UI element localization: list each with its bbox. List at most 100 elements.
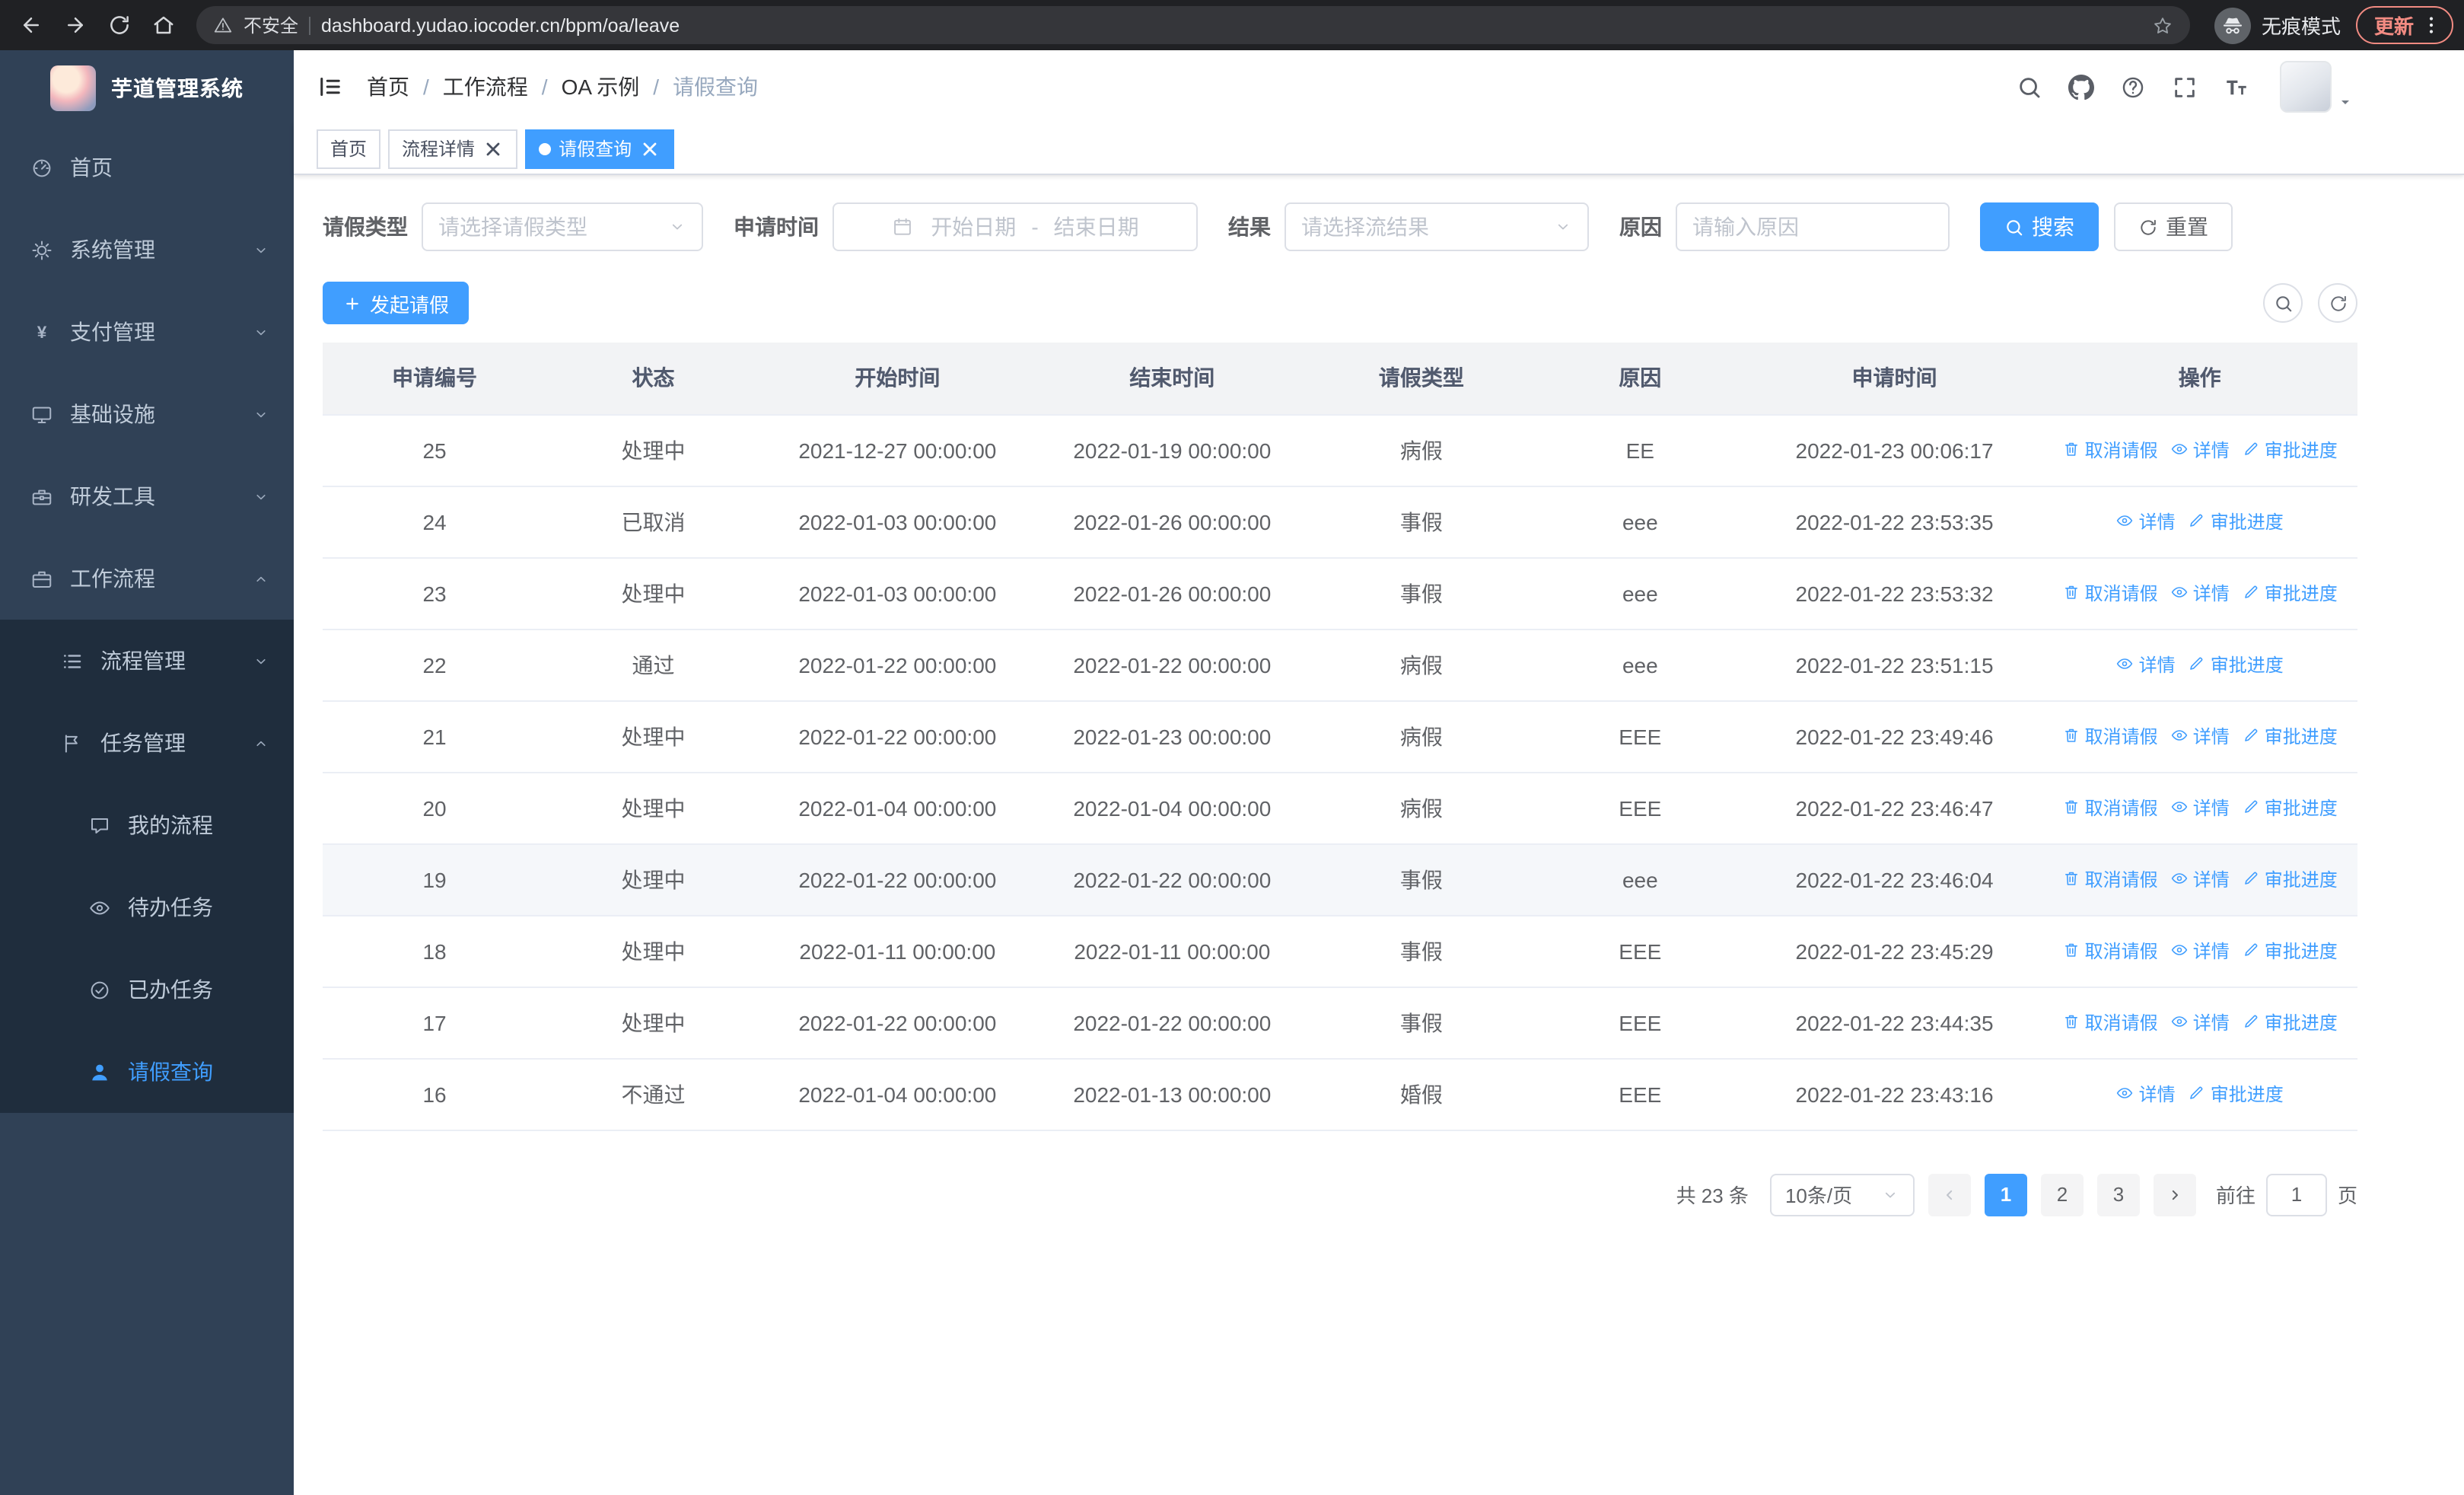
help-icon[interactable] <box>2120 74 2146 100</box>
sidebar-item-workflow[interactable]: 工作流程 <box>0 537 294 620</box>
sidebar-toggle-icon[interactable] <box>317 73 344 100</box>
cancel-leave-link[interactable]: 取消请假 <box>2062 795 2158 821</box>
progress-link[interactable]: 审批进度 <box>2242 1009 2338 1035</box>
breadcrumb-item[interactable]: OA 示例 <box>562 72 640 102</box>
detail-link[interactable]: 详情 <box>2170 1009 2230 1035</box>
progress-link[interactable]: 审批进度 <box>2188 508 2284 534</box>
eye-icon <box>2170 441 2189 459</box>
browser-home-button[interactable] <box>143 5 184 46</box>
tab-leave-query[interactable]: 请假查询 <box>525 129 675 168</box>
tab-process-detail[interactable]: 流程详情 <box>388 129 518 168</box>
progress-link[interactable]: 审批进度 <box>2242 938 2338 964</box>
cancel-leave-link[interactable]: 取消请假 <box>2062 866 2158 892</box>
cell-apply-time: 2022-01-22 23:46:47 <box>1746 772 2042 844</box>
cell-id: 20 <box>323 772 547 844</box>
next-page-button[interactable] <box>2153 1173 2196 1216</box>
address-bar[interactable]: 不安全 dashboard.yudao.iocoder.cn/bpm/oa/le… <box>196 6 2190 44</box>
sidebar-item-task-mgmt[interactable]: 任务管理 <box>0 702 294 784</box>
sidebar-item-home[interactable]: 首页 <box>0 126 294 209</box>
cell-actions: 取消请假 详情 审批进度 <box>2042 772 2357 844</box>
eye-icon <box>2116 1085 2135 1103</box>
progress-link[interactable]: 审批进度 <box>2242 437 2338 463</box>
cancel-leave-link[interactable]: 取消请假 <box>2062 580 2158 606</box>
chat-icon <box>88 814 111 837</box>
browser-reload-button[interactable] <box>99 5 140 46</box>
column-header: 开始时间 <box>759 343 1035 415</box>
edit-icon <box>2242 799 2260 817</box>
cancel-leave-link[interactable]: 取消请假 <box>2062 723 2158 749</box>
detail-link[interactable]: 详情 <box>2116 652 2176 677</box>
cell-end-time: 2022-01-04 00:00:00 <box>1034 772 1310 844</box>
detail-link[interactable]: 详情 <box>2170 938 2230 964</box>
detail-link[interactable]: 详情 <box>2170 437 2230 463</box>
progress-link[interactable]: 审批进度 <box>2188 1081 2284 1107</box>
browser-forward-button[interactable] <box>55 5 96 46</box>
progress-link[interactable]: 审批进度 <box>2242 723 2338 749</box>
prev-page-button[interactable] <box>1928 1173 1971 1216</box>
tab-home[interactable]: 首页 <box>317 129 381 168</box>
page-button-2[interactable]: 2 <box>2040 1173 2084 1216</box>
leave-type-select[interactable]: 请选择请假类型 <box>422 202 703 251</box>
cell-end-time: 2022-01-26 00:00:00 <box>1034 557 1310 630</box>
page-button-3[interactable]: 3 <box>2096 1173 2140 1216</box>
progress-link[interactable]: 审批进度 <box>2188 652 2284 677</box>
refresh-table-button[interactable] <box>2318 283 2357 323</box>
incognito-icon <box>2220 13 2245 37</box>
browser-menu-icon[interactable] <box>2420 14 2443 37</box>
app-logo[interactable]: 芋道管理系统 <box>0 50 294 126</box>
sidebar-item-label: 研发工具 <box>70 484 155 508</box>
sidebar-item-infrastructure[interactable]: 基础设施 <box>0 373 294 455</box>
search-button[interactable]: 搜索 <box>1980 202 2099 251</box>
progress-link[interactable]: 审批进度 <box>2242 795 2338 821</box>
reason-input[interactable] <box>1676 202 1950 251</box>
sidebar-item-payment[interactable]: ¥ 支付管理 <box>0 291 294 373</box>
goto-page-input[interactable] <box>2265 1173 2327 1216</box>
cell-apply-time: 2022-01-23 00:06:17 <box>1746 414 2042 486</box>
detail-link[interactable]: 详情 <box>2170 795 2230 821</box>
sidebar-item-my-process[interactable]: 我的流程 <box>0 784 294 866</box>
reset-label: 重置 <box>2166 215 2208 239</box>
fullscreen-icon[interactable] <box>2172 74 2198 100</box>
action-label: 审批进度 <box>2210 1083 2284 1105</box>
cancel-leave-link[interactable]: 取消请假 <box>2062 437 2158 463</box>
edit-icon <box>2242 584 2260 602</box>
reset-button[interactable]: 重置 <box>2114 202 2233 251</box>
sidebar-item-process-mgmt[interactable]: 流程管理 <box>0 620 294 702</box>
security-label: 不安全 <box>244 15 299 37</box>
cancel-leave-link[interactable]: 取消请假 <box>2062 938 2158 964</box>
search-icon[interactable] <box>2017 74 2042 100</box>
cancel-leave-link[interactable]: 取消请假 <box>2062 1009 2158 1035</box>
bookmark-star-icon[interactable] <box>2152 14 2173 36</box>
cell-start-time: 2022-01-22 00:00:00 <box>759 700 1035 773</box>
sidebar-item-devtools[interactable]: 研发工具 <box>0 455 294 537</box>
table-row: 21 处理中 2022-01-22 00:00:00 2022-01-23 00:00… <box>323 700 2357 773</box>
detail-link[interactable]: 详情 <box>2170 866 2230 892</box>
github-icon[interactable] <box>2068 74 2094 100</box>
progress-link[interactable]: 审批进度 <box>2242 580 2338 606</box>
user-menu[interactable] <box>2280 61 2354 113</box>
sidebar-item-done-tasks[interactable]: 已办任务 <box>0 948 294 1031</box>
progress-link[interactable]: 审批进度 <box>2242 866 2338 892</box>
font-size-icon[interactable] <box>2224 74 2249 100</box>
pagination-total: 共 23 条 <box>1676 1184 1749 1207</box>
hide-search-button[interactable] <box>2263 283 2303 323</box>
detail-link[interactable]: 详情 <box>2116 1081 2176 1107</box>
chevron-left-icon <box>1940 1185 1959 1203</box>
breadcrumb-item[interactable]: 首页 <box>367 72 409 102</box>
sidebar-item-leave-query[interactable]: 请假查询 <box>0 1031 294 1113</box>
detail-link[interactable]: 详情 <box>2170 723 2230 749</box>
browser-update-button[interactable]: 更新 <box>2355 6 2453 44</box>
detail-link[interactable]: 详情 <box>2116 508 2176 534</box>
detail-link[interactable]: 详情 <box>2170 580 2230 606</box>
browser-back-button[interactable] <box>11 5 52 46</box>
breadcrumb-item[interactable]: 工作流程 <box>443 72 528 102</box>
create-leave-button[interactable]: 发起请假 <box>323 282 470 324</box>
sidebar-item-system[interactable]: 系统管理 <box>0 209 294 291</box>
sidebar-item-todo-tasks[interactable]: 待办任务 <box>0 866 294 948</box>
cell-start-time: 2022-01-03 00:00:00 <box>759 557 1035 630</box>
page-button-1[interactable]: 1 <box>1984 1173 2027 1216</box>
cell-start-time: 2022-01-22 00:00:00 <box>759 987 1035 1059</box>
page-size-select[interactable]: 10条/页 <box>1769 1173 1915 1216</box>
result-select[interactable]: 请选择流结果 <box>1285 202 1589 251</box>
apply-time-range-picker[interactable]: 开始日期 - 结束日期 <box>832 202 1198 251</box>
